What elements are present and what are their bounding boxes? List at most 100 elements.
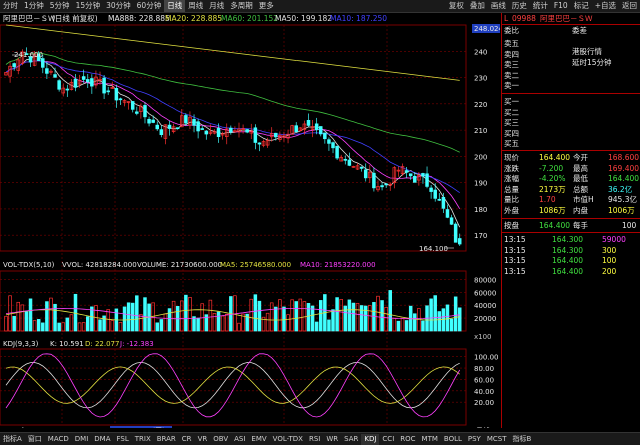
tick-price: 164.300	[552, 245, 584, 255]
period-tab[interactable]: 分时	[0, 0, 21, 12]
indicator-tab[interactable]: OBV	[210, 434, 231, 445]
bid-summary-row: 按盘 164.400 每手 100	[502, 221, 640, 231]
period-tab[interactable]: 30分钟	[103, 0, 134, 12]
volume-axis-label: 20000	[474, 315, 496, 323]
candle-body	[245, 129, 249, 133]
ask-level-label: 卖一	[504, 81, 519, 90]
indicator-tab[interactable]: PSY	[465, 434, 484, 445]
indicator-tab[interactable]: EMV	[248, 434, 269, 445]
indicator-tab[interactable]: CCI	[379, 434, 397, 445]
quote-label: 涨跌	[504, 163, 519, 173]
period-tab[interactable]: 多周期	[227, 0, 256, 12]
candle-body	[167, 124, 172, 129]
period-tab[interactable]: 1分钟	[21, 0, 47, 12]
toolbar-button[interactable]: 返回	[619, 0, 640, 12]
toolbar-button[interactable]: +自选	[592, 0, 619, 12]
indicator-tab[interactable]: TRIX	[132, 434, 154, 445]
volume-bar	[363, 305, 368, 332]
toolbar-button[interactable]: 叠加	[467, 0, 488, 12]
chart-background	[0, 13, 500, 428]
volume-bar	[36, 319, 41, 332]
indicator-tab[interactable]: MTM	[419, 434, 441, 445]
indicator-tab[interactable]: RSI	[306, 434, 323, 445]
volume-bar	[453, 296, 458, 332]
price-axis-label: 170	[474, 232, 487, 240]
candle-body	[151, 119, 155, 123]
quote-label: 最高	[573, 163, 588, 173]
candle-body	[143, 105, 147, 118]
quote-value: 1006万	[608, 205, 635, 215]
candle-body	[404, 170, 409, 173]
volume-bar	[457, 307, 462, 332]
divider	[502, 232, 640, 233]
panel-flag: L	[504, 14, 509, 23]
date-axis-label: 2021年	[3, 426, 28, 428]
bid-label: 按盘	[504, 221, 519, 230]
toolbar-button[interactable]: F10	[551, 0, 571, 12]
ma888-label: MA888: 228.885	[108, 14, 170, 23]
toolbar-button[interactable]: 统计	[530, 0, 551, 12]
candle-body	[65, 88, 70, 91]
indicator-tab[interactable]: WR	[323, 434, 341, 445]
quote-value: 1086万	[539, 205, 566, 215]
volume-bar	[335, 297, 339, 332]
bid-level-label: 买三	[504, 118, 519, 127]
period-tab[interactable]: 15分钟	[73, 0, 104, 12]
candle-body	[425, 173, 429, 187]
indicator-tab[interactable]: VOL-TDX	[270, 434, 306, 445]
candle-body	[102, 77, 106, 94]
candle-body	[81, 76, 86, 80]
quote-label: 量比	[504, 195, 519, 204]
indicator-tab[interactable]: VR	[195, 434, 211, 445]
volume-bar	[143, 297, 147, 332]
period-tab[interactable]: 5分钟	[47, 0, 73, 12]
toolbar-button[interactable]: 画线	[488, 0, 509, 12]
period-tab[interactable]: 日线	[164, 0, 186, 12]
volume-bar	[45, 301, 49, 332]
kdj-k-label: K: 10.591	[50, 340, 84, 348]
price-axis-label: 210	[474, 127, 487, 135]
tick-time: 13:15	[504, 256, 526, 265]
candle-body	[257, 142, 262, 145]
volume-bar	[429, 298, 433, 332]
indicator-tab[interactable]: FSL	[114, 434, 132, 445]
candle-body	[433, 189, 437, 199]
toolbar-button[interactable]: 标记	[571, 0, 592, 12]
indicator-tab[interactable]: MCST	[484, 434, 510, 445]
indicator-tab[interactable]: DMI	[72, 434, 92, 445]
toolbar-button[interactable]: 复权	[446, 0, 467, 12]
candle-body	[106, 90, 110, 93]
bid-price: 164.400	[539, 221, 571, 230]
indicator-tab[interactable]: SAR	[341, 434, 361, 445]
indicator-tab[interactable]: ASI	[231, 434, 248, 445]
toolbar-button[interactable]: 历史	[509, 0, 530, 12]
low-annotation: 164.100	[419, 245, 448, 253]
volume-bar	[184, 294, 188, 332]
indicator-tab[interactable]: BRAR	[154, 434, 179, 445]
kline-chart[interactable]: 248.024 240 230 220 210 200 190 180 170 80000 6000…	[0, 13, 500, 428]
kdj-j-label: J: -12.383	[119, 340, 154, 348]
bid-row: 买四	[502, 129, 640, 139]
indicator-tab[interactable]: DMA	[91, 434, 113, 445]
quote-row: 外盘 1086万 内盘 1006万	[502, 206, 640, 216]
volume-bar	[86, 316, 90, 332]
volume-bar	[319, 300, 323, 332]
volume-bar	[437, 311, 442, 332]
period-tab[interactable]: 周线	[185, 0, 206, 12]
candle-body	[421, 173, 425, 177]
period-tab[interactable]: 更多	[256, 0, 277, 12]
indicator-tab[interactable]: 指标A	[0, 434, 25, 445]
volume-bar	[404, 320, 409, 332]
period-tab[interactable]: 月线	[206, 0, 227, 12]
volume-bar	[314, 321, 319, 332]
period-tab[interactable]: 60分钟	[134, 0, 165, 12]
vol-ma10-label: MA10: 21853220.000	[300, 261, 376, 269]
indicator-tab[interactable]: MACD	[45, 434, 72, 445]
indicator-tab[interactable]: BOLL	[441, 434, 465, 445]
indicator-tab[interactable]: ROC	[397, 434, 418, 445]
indicator-tab[interactable]: 指标B	[510, 434, 535, 445]
indicator-tab[interactable]: CR	[179, 434, 195, 445]
tick-price: 164.300	[552, 235, 584, 244]
indicator-tab[interactable]: KDJ	[361, 433, 380, 445]
indicator-tab[interactable]: 窗口	[25, 434, 45, 445]
